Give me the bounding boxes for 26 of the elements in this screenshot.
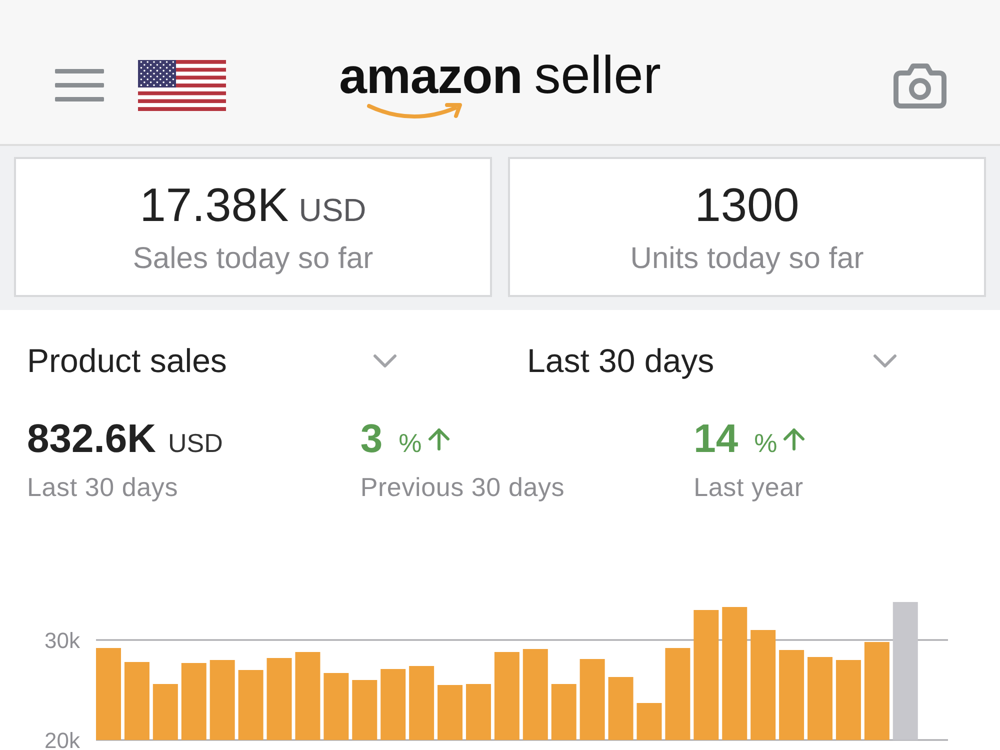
logo-wordmark: amazon — [339, 51, 522, 101]
stat-unit: % — [398, 428, 422, 459]
stat-label: Last year — [694, 472, 804, 503]
summary-value: 1300 — [694, 178, 800, 232]
chevron-down-icon — [373, 354, 397, 368]
stat-label: Last 30 days — [27, 472, 180, 503]
us-flag-icon[interactable] — [138, 60, 226, 110]
curved-arrow-icon — [367, 102, 464, 121]
camera-icon[interactable] — [893, 62, 947, 108]
stat-value: 3 — [360, 416, 383, 462]
dropdown-selector[interactable]: Product sales — [0, 342, 500, 380]
logo-product-name: seller — [534, 49, 661, 102]
stat-unit: USD — [168, 428, 223, 459]
stat-label: Previous 30 days — [360, 472, 566, 503]
summary-label: Units today so far — [630, 242, 864, 276]
chevron-down-icon — [873, 354, 897, 368]
menu-icon[interactable] — [55, 68, 104, 102]
summary-value: 17.38K — [140, 178, 289, 232]
stat-value: 14 — [694, 416, 738, 462]
summary-label: Sales today so far — [132, 242, 374, 276]
dropdown-selector[interactable]: Last 30 days — [500, 342, 1000, 380]
stat-unit: % — [754, 428, 778, 459]
summary-unit: USD — [298, 192, 366, 229]
axis-label: 30k — [44, 628, 80, 653]
stat-value: 832.6K — [27, 416, 156, 462]
axis-label: 20k — [44, 728, 80, 750]
